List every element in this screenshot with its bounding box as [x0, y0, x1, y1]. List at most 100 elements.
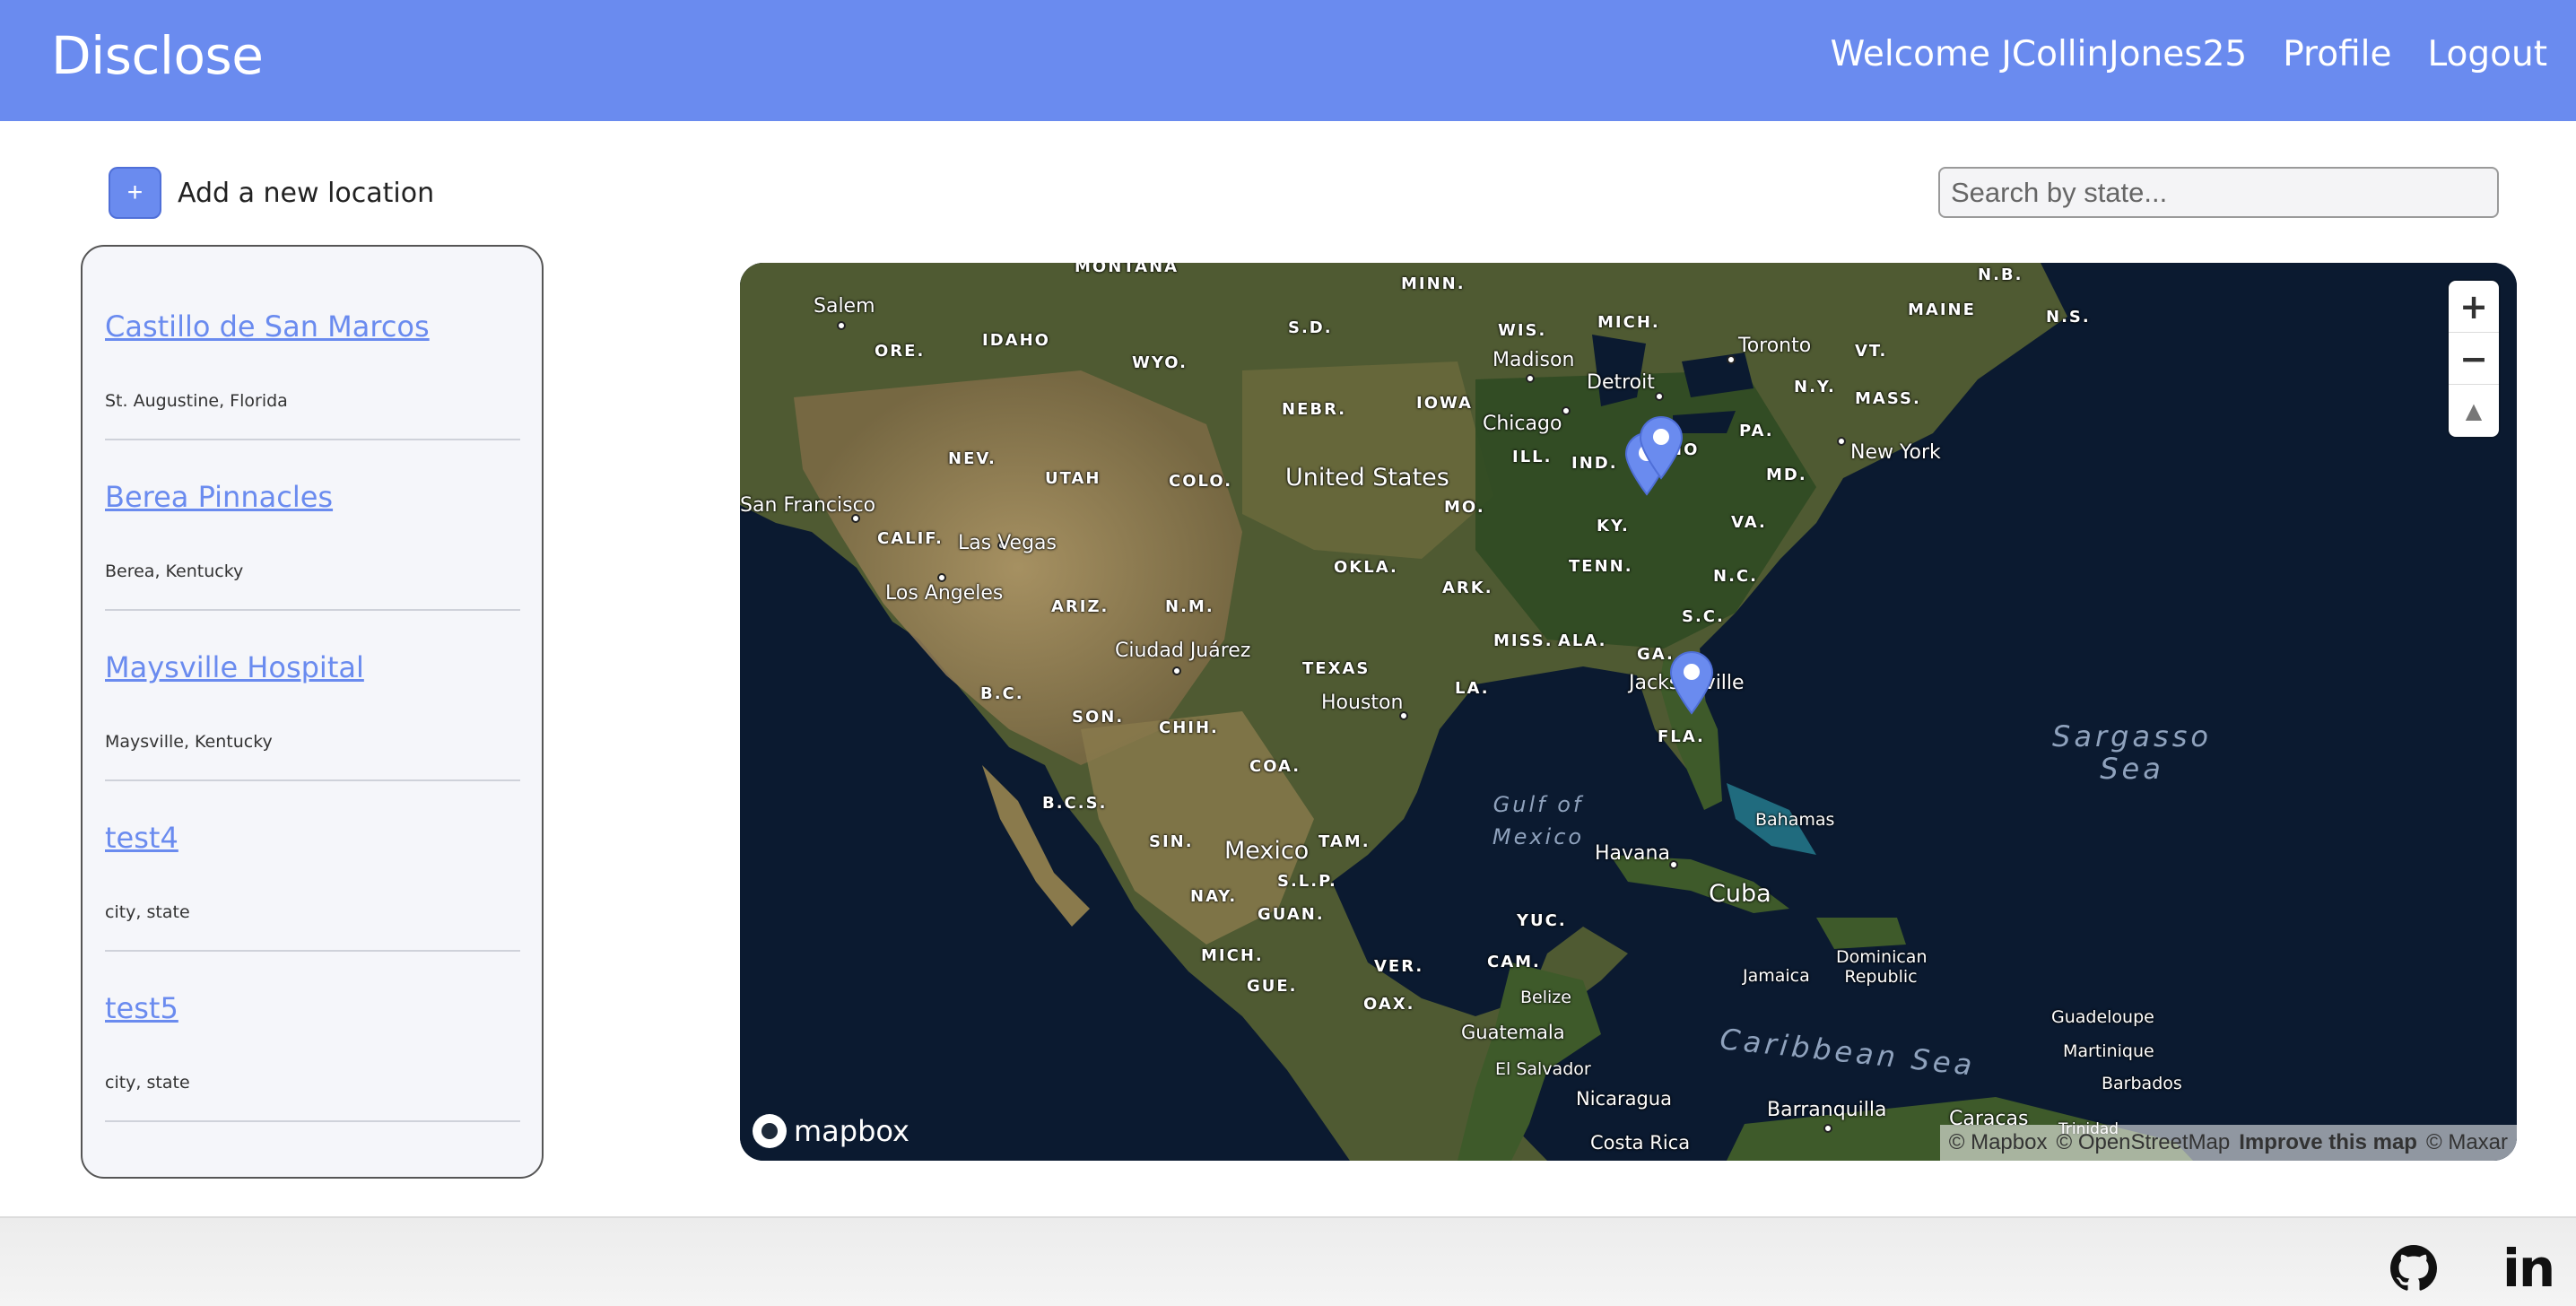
compass-reset-button[interactable]: ▲ [2449, 385, 2499, 437]
map-label: Cuba [1709, 880, 1771, 908]
map-label: Nicaragua [1576, 1088, 1672, 1110]
add-location-label: Add a new location [178, 177, 435, 209]
map-label: Barranquilla [1767, 1099, 1887, 1121]
map-label: CALIF. [877, 529, 944, 548]
location-marker[interactable] [1637, 415, 1685, 480]
map-label: WIS. [1498, 321, 1547, 340]
location-name-link[interactable]: Maysville Hospital [105, 650, 364, 684]
profile-link[interactable]: Profile [2283, 34, 2391, 74]
location-place: city, state [105, 1073, 190, 1093]
state-search-input[interactable] [1938, 167, 2499, 218]
map-label: WYO. [1132, 353, 1188, 372]
top-navbar: Disclose Welcome JCollinJones25 Profile … [0, 0, 2576, 121]
map-label: Guatemala [1461, 1022, 1565, 1043]
map-label: Ciudad Juárez [1115, 640, 1251, 662]
map-label: COA. [1249, 757, 1301, 776]
map-label: IND. [1571, 454, 1618, 473]
map-label: NEV. [948, 449, 996, 468]
map-label: PA. [1739, 422, 1774, 440]
map-label: ALA. [1558, 631, 1607, 650]
map-label: MAINE [1908, 300, 1976, 319]
map-label: S.C. [1682, 607, 1725, 626]
city-dot [1655, 392, 1664, 401]
location-item: Berea Pinnacles Berea, Kentucky [105, 440, 520, 611]
add-location-button[interactable]: + [109, 167, 161, 219]
linkedin-icon[interactable]: in [2502, 1238, 2555, 1299]
zoom-out-button[interactable]: − [2449, 333, 2499, 385]
map-label: MONTANA [1075, 263, 1179, 276]
location-name-link[interactable]: test5 [105, 991, 178, 1025]
welcome-message: Welcome JCollinJones25 [1830, 34, 2248, 74]
map-label: N.M. [1165, 597, 1214, 616]
map-label: N.B. [1978, 266, 2023, 284]
map-label: OKLA. [1334, 558, 1398, 577]
location-item: test4 city, state [105, 781, 520, 952]
city-dot [1669, 860, 1678, 869]
map-label: Madison [1493, 349, 1575, 371]
map-label: San Francisco [740, 494, 876, 517]
map-label: Dominican Republic [1836, 947, 1928, 987]
city-dot [1172, 666, 1181, 675]
map-label: TENN. [1569, 557, 1633, 576]
add-location-row: + Add a new location [109, 167, 434, 219]
city-dot [937, 573, 946, 582]
map-label: TAM. [1318, 832, 1371, 851]
logout-link[interactable]: Logout [2427, 34, 2547, 74]
location-name-link[interactable]: test4 [105, 821, 178, 855]
map-label: VER. [1374, 957, 1424, 976]
city-dot [837, 321, 846, 330]
map-label: Las Vegas [958, 532, 1057, 554]
map-label: ARK. [1442, 579, 1493, 597]
brand-logo-text[interactable]: Disclose [51, 25, 264, 86]
zoom-in-button[interactable]: + [2449, 281, 2499, 333]
map-label: Mexico [1224, 837, 1310, 865]
map-label: GUAN. [1258, 905, 1325, 924]
map-label: New York [1850, 441, 1941, 464]
map-label: SIN. [1149, 832, 1194, 851]
map-label: Gulf of Mexico [1492, 792, 1585, 849]
map-label: MO. [1444, 498, 1485, 517]
map-label: SON. [1072, 708, 1125, 727]
location-place: city, state [105, 902, 190, 922]
map-label: KY. [1597, 517, 1630, 535]
location-place: St. Augustine, Florida [105, 391, 288, 411]
attribution-osm[interactable]: © OpenStreetMap [2056, 1130, 2230, 1155]
map-label: MICH. [1597, 313, 1660, 332]
city-dot [1562, 406, 1571, 415]
mapbox-icon [753, 1114, 787, 1148]
footer: in [0, 1216, 2576, 1306]
map-label: Costa Rica [1590, 1132, 1691, 1154]
satellite-map[interactable]: MONTANA MINN. WIS. MICH. MAINE N.B. N.S.… [740, 263, 2517, 1161]
map-label: ARIZ. [1051, 597, 1110, 616]
github-icon[interactable] [2390, 1245, 2437, 1292]
map-label: NAY. [1190, 887, 1238, 906]
location-list-panel: Castillo de San Marcos St. Augustine, Fl… [81, 245, 544, 1179]
map-label: Havana [1595, 842, 1670, 865]
map-label: B.C. [980, 684, 1024, 703]
location-marker[interactable] [1667, 650, 1716, 715]
location-name-link[interactable]: Berea Pinnacles [105, 480, 333, 514]
attribution-maxar[interactable]: © Maxar [2426, 1130, 2508, 1155]
map-attribution: © Mapbox © OpenStreetMap Improve this ma… [1939, 1125, 2517, 1161]
map-label: UTAH [1045, 469, 1101, 488]
location-name-link[interactable]: Castillo de San Marcos [105, 309, 430, 344]
city-dot [1526, 374, 1535, 383]
improve-map-link[interactable]: Improve this map [2239, 1130, 2417, 1155]
map-label: CHIH. [1159, 718, 1219, 737]
map-label: IOWA [1416, 394, 1473, 413]
map-label: S.L.P. [1277, 872, 1337, 891]
map-label: Toronto [1738, 335, 1812, 357]
map-label: N.C. [1713, 567, 1758, 586]
mapbox-logo[interactable]: mapbox [753, 1114, 909, 1148]
map-label: United States [1285, 464, 1449, 492]
city-dot [1837, 437, 1846, 446]
map-label: Jamaica [1743, 966, 1810, 986]
location-place: Maysville, Kentucky [105, 732, 273, 752]
map-label: Salem [814, 295, 875, 318]
attribution-mapbox[interactable]: © Mapbox [1949, 1130, 2048, 1155]
map-label: Martinique [2063, 1041, 2154, 1061]
map-label: Houston [1321, 692, 1404, 714]
map-label: Barbados [2102, 1074, 2182, 1093]
map-label: LA. [1455, 679, 1490, 698]
map-label: Chicago [1483, 413, 1562, 435]
